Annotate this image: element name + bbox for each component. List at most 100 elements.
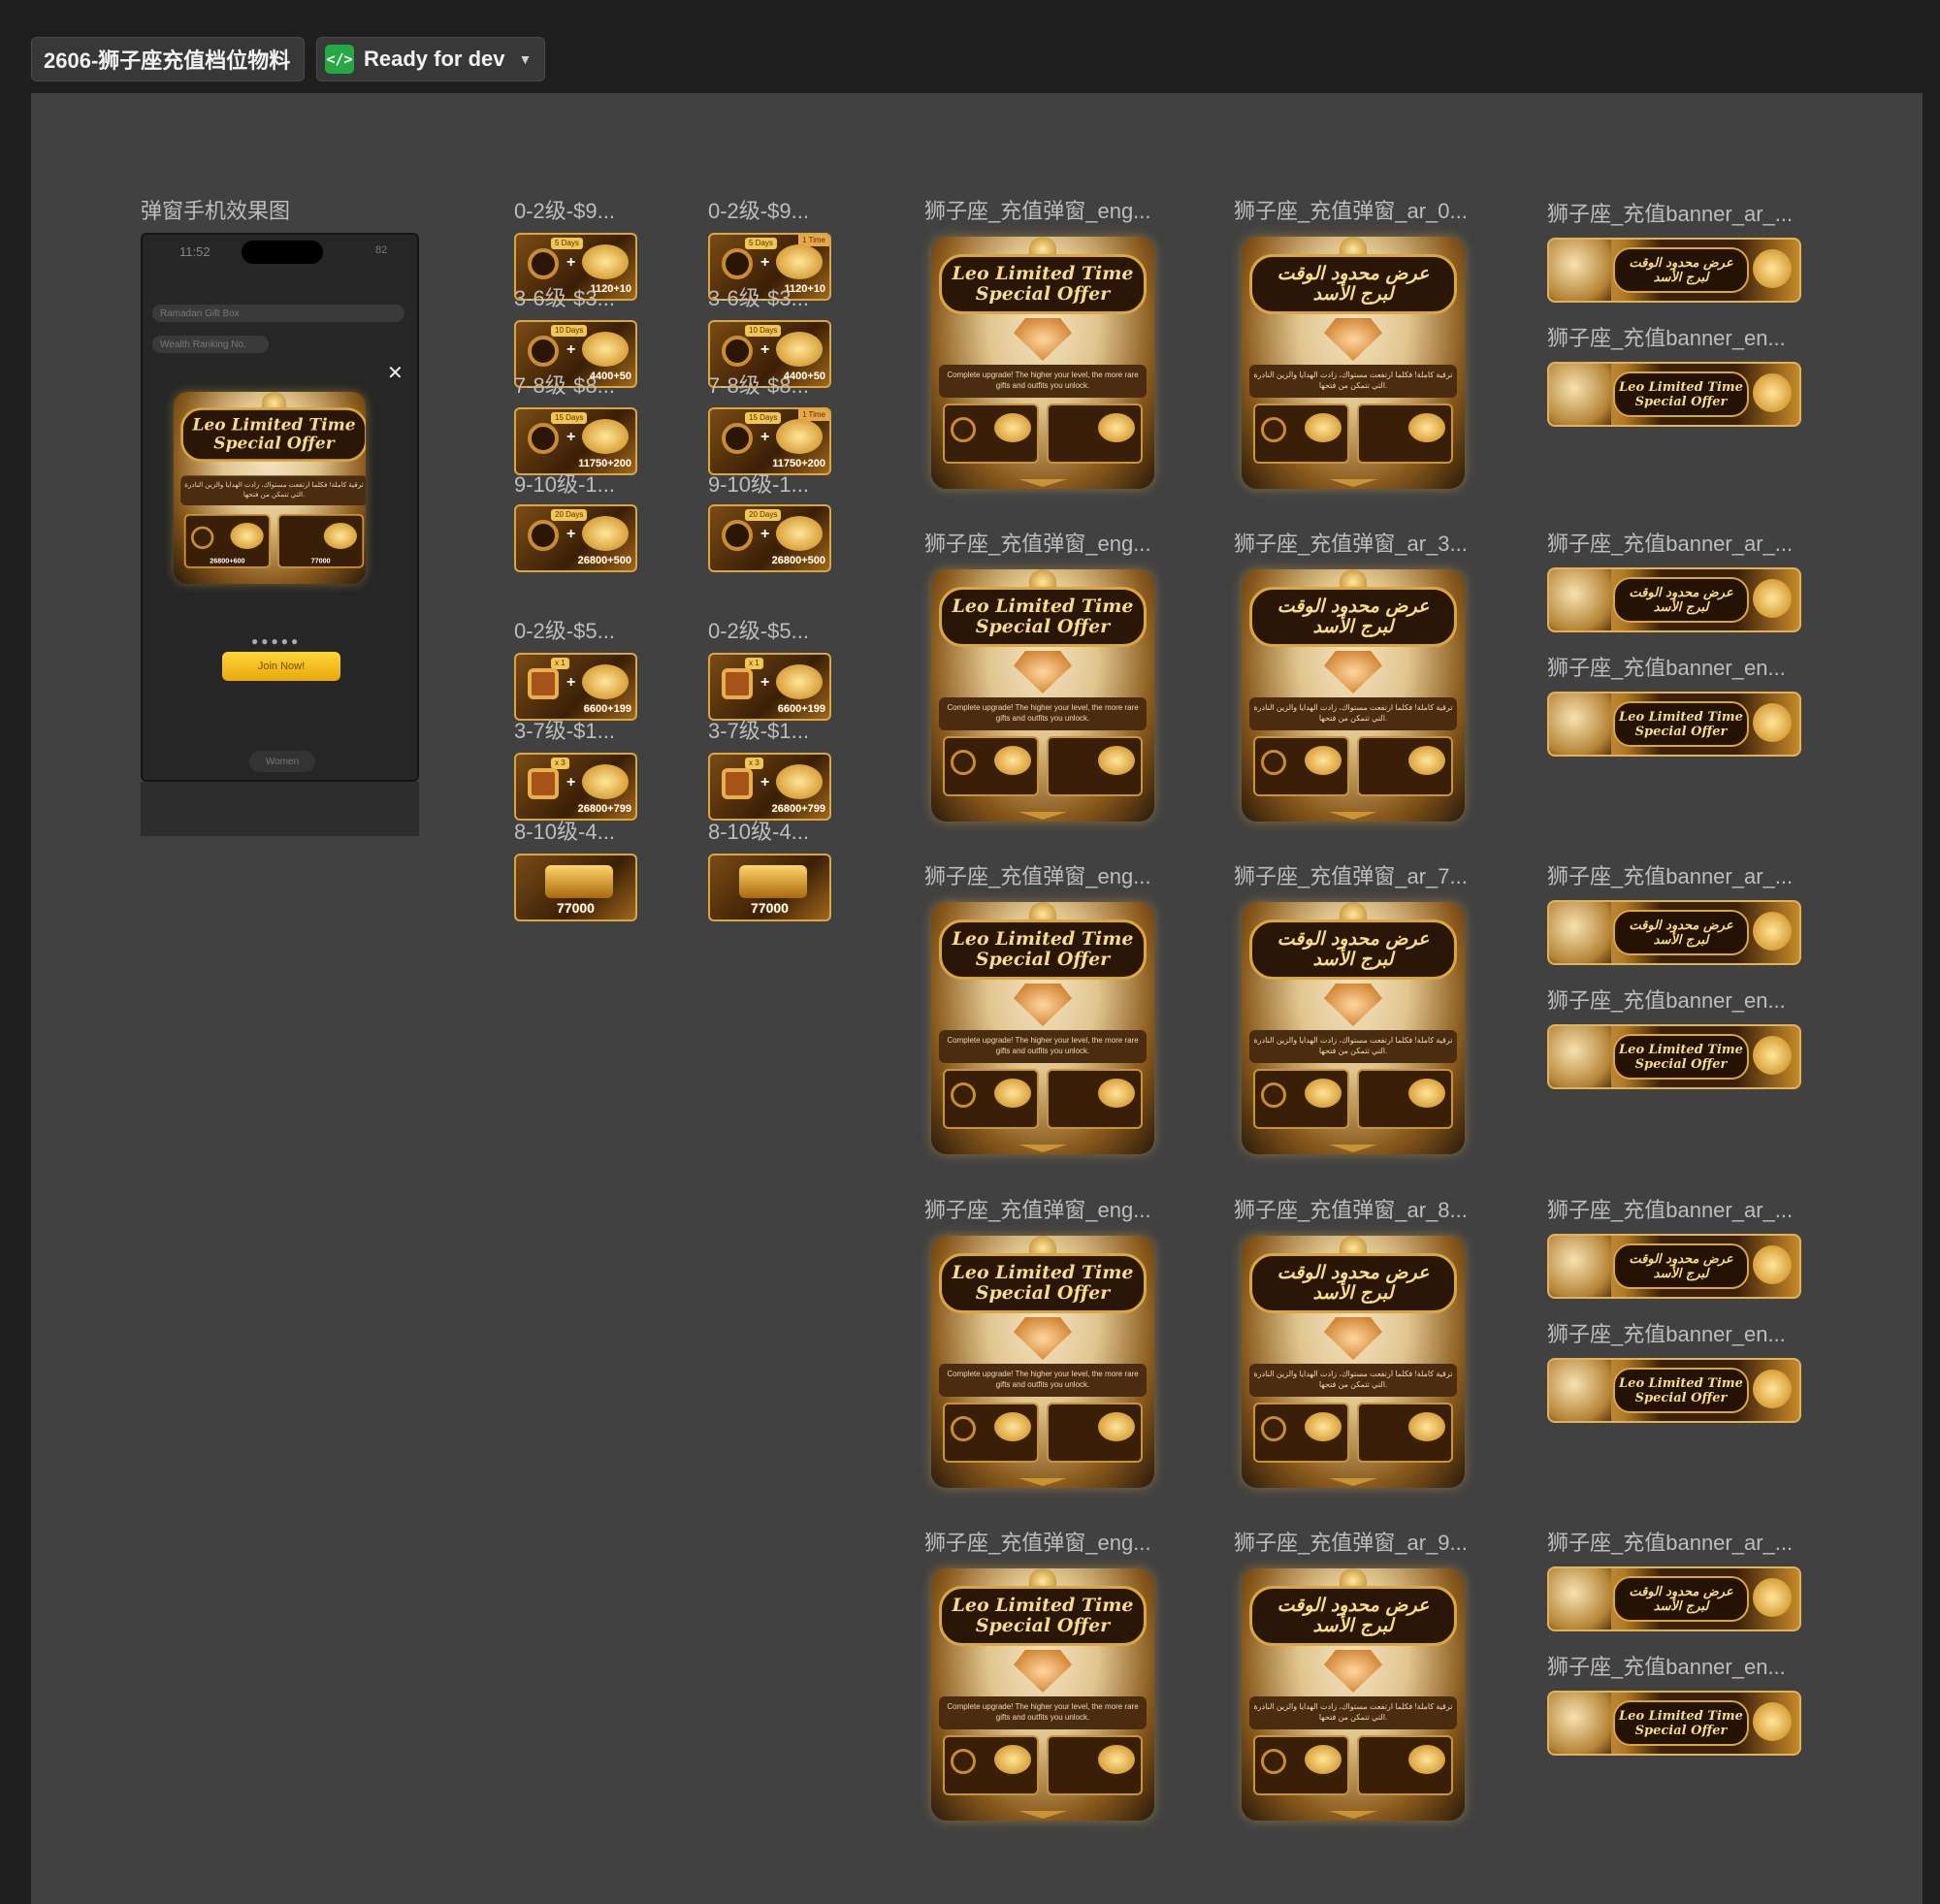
tier-value: 77000 [751,900,789,916]
phone-mockup[interactable]: 11:52 82 Ramadan Gift Box Wealth Ranking… [141,233,419,782]
popup-label-ar: 狮子座_充值弹窗_ar_8... [1234,1198,1467,1222]
popup-card-ar[interactable]: عرض محدود الوقت لبرج الأسد ترقية كاملة! فك… [1242,1236,1465,1488]
coins-icon [1753,1370,1792,1408]
phone-pack-a[interactable]: 26800+600 [183,514,271,568]
coins-icon [776,664,823,699]
tier-tag: 5 Days [551,238,583,249]
gem-icon [1324,318,1382,361]
ring-icon [722,248,753,279]
coins-icon [1753,1036,1792,1075]
tier-card[interactable]: 77000 [708,854,831,921]
banner-title-1: عرض محدود الوقت [1629,255,1733,271]
banner-en[interactable]: Leo Limited Time Special Offer [1547,692,1801,757]
pack-right[interactable] [1357,403,1453,464]
pack-right[interactable] [1047,1403,1143,1463]
gem-icon [1014,651,1072,694]
tier-card[interactable]: x 3 +26800+799 [514,753,637,821]
popup-card-en[interactable]: Leo Limited Time Special Offer Complete up… [931,1568,1154,1821]
banner-ar[interactable]: عرض محدود الوقت لبرج الأسد [1547,900,1801,965]
phone-pack-b[interactable]: 77000 [277,514,365,568]
popup-title-2: لبرج الأسد [1312,1282,1394,1304]
phone-popup[interactable]: Leo Limited Time Special Offer ترقية كام… [174,392,366,584]
popup-card-ar[interactable]: عرض محدود الوقت لبرج الأسد ترقية كاملة! فك… [1242,1568,1465,1821]
join-now-button[interactable]: Join Now! [222,652,340,681]
banner-ar[interactable]: عرض محدود الوقت لبرج الأسد [1547,1234,1801,1299]
coins-icon [1753,1245,1792,1284]
status-dropdown[interactable]: </> Ready for dev ▼ [316,37,545,81]
pack-right[interactable] [1357,736,1453,796]
pack-left[interactable] [943,1735,1039,1795]
popup-desc: ترقية كاملة! فكلما ارتفعت مستواك، زادت ا… [1249,697,1457,730]
tier-tag: 10 Days [551,325,588,337]
phone-popup-packs: 26800+600 77000 [183,514,365,568]
popup-pointer [1018,1811,1067,1819]
tier-card[interactable]: x 3 +26800+799 [708,753,831,821]
pack-left[interactable] [1253,403,1349,464]
popup-card-en[interactable]: Leo Limited Time Special Offer Complete up… [931,569,1154,822]
banner-en[interactable]: Leo Limited Time Special Offer [1547,1358,1801,1423]
popup-title-2: Special Offer [975,1615,1111,1636]
popup-card-en[interactable]: Leo Limited Time Special Offer Complete up… [931,1236,1154,1488]
chest-icon [776,764,823,799]
banner-title-1: عرض محدود الوقت [1629,918,1733,933]
tier-card[interactable]: 15 Days 1 Time +11750+200 [708,407,831,475]
women-chip[interactable]: Women [249,751,315,772]
phone-popup-title-2: Special Offer [213,434,335,453]
ring-icon [528,423,559,454]
pack-left[interactable] [1253,736,1349,796]
banner-ar[interactable]: عرض محدود الوقت لبرج الأسد [1547,1566,1801,1631]
pack-left[interactable] [943,736,1039,796]
popup-card-ar[interactable]: عرض محدود الوقت لبرج الأسد ترقية كاملة! فك… [1242,569,1465,822]
pack-left[interactable] [1253,1403,1349,1463]
tier-card[interactable]: x 1 +6600+199 [514,653,637,721]
pack-right[interactable] [1357,1403,1453,1463]
popup-card-ar[interactable]: عرض محدود الوقت لبرج الأسد ترقية كاملة! فك… [1242,237,1465,489]
pack-right[interactable] [1047,403,1143,464]
banner-en[interactable]: Leo Limited Time Special Offer [1547,1691,1801,1756]
banner-en[interactable]: Leo Limited Time Special Offer [1547,1024,1801,1089]
tier-card[interactable]: 20 Days +26800+500 [708,504,831,572]
popup-header: عرض محدود الوقت لبرج الأسد [1249,587,1457,647]
gift-box-icon [528,768,559,799]
pack-right[interactable] [1357,1069,1453,1129]
lion-icon [1549,240,1611,301]
pack-left[interactable] [1253,1069,1349,1129]
popup-card-en[interactable]: Leo Limited Time Special Offer Complete up… [931,902,1154,1154]
popup-card-ar[interactable]: عرض محدود الوقت لبرج الأسد ترقية كاملة! فك… [1242,902,1465,1154]
banner-title-1: Leo Limited Time [1619,379,1743,395]
popup-title-1: عرض محدود الوقت [1277,1262,1430,1283]
tier-card[interactable]: x 1 +6600+199 [708,653,831,721]
pack-left[interactable] [943,1403,1039,1463]
popup-pointer [1018,1478,1067,1486]
popup-packs [1253,403,1453,464]
pack-left[interactable] [943,403,1039,464]
banner-ar[interactable]: عرض محدود الوقت لبرج الأسد [1547,567,1801,632]
popup-card-en[interactable]: Leo Limited Time Special Offer Complete up… [931,237,1154,489]
coins-icon [1305,1412,1342,1441]
tier-card[interactable]: 20 Days +26800+500 [514,504,637,572]
plus-icon: + [566,674,576,691]
plus-icon: + [760,341,770,358]
popup-header: عرض محدود الوقت لبرج الأسد [1249,254,1457,314]
close-icon[interactable]: ✕ [387,361,404,385]
tier-card[interactable]: 77000 [514,854,637,921]
pack-left[interactable] [943,1069,1039,1129]
banner-en[interactable]: Leo Limited Time Special Offer [1547,362,1801,427]
code-icon: </> [325,45,354,74]
popup-packs [943,1403,1143,1463]
pack-right[interactable] [1357,1735,1453,1795]
ring-icon [951,1082,976,1108]
popup-title-1: Leo Limited Time [952,1595,1134,1616]
popup-title-1: عرض محدود الوقت [1277,263,1430,284]
pack-right[interactable] [1047,736,1143,796]
tier-card[interactable]: 15 Days +11750+200 [514,407,637,475]
pack-right[interactable] [1047,1069,1143,1129]
plus-icon: + [566,774,576,791]
banner-ar[interactable]: عرض محدود الوقت لبرج الأسد [1547,238,1801,303]
file-title-chip[interactable]: 2606-狮子座充值档位物料 [31,37,305,81]
popup-packs [1253,1735,1453,1795]
pack-right[interactable] [1047,1735,1143,1795]
label-tier-c2-g2: 0-2级-$5... [708,619,809,643]
banner-title-1: عرض محدود الوقت [1629,1584,1733,1599]
pack-left[interactable] [1253,1735,1349,1795]
